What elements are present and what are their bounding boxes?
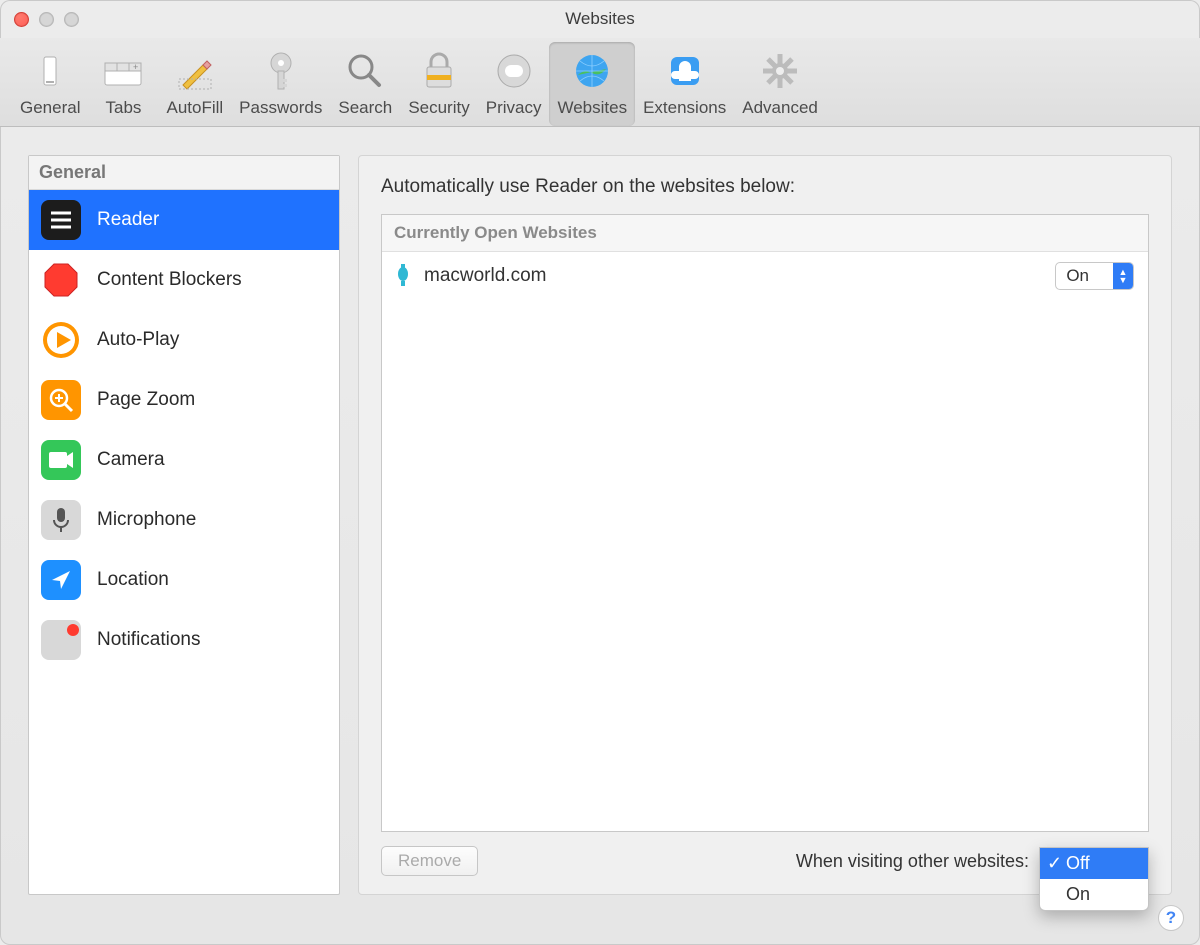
reader-icon [41,200,81,240]
website-setting-select[interactable]: On ▲▼ [1055,262,1134,290]
other-websites-label: When visiting other websites: [796,851,1029,872]
sidebar-item-label: Page Zoom [97,389,195,411]
tab-label: Passwords [239,98,322,118]
sidebar-item-label: Microphone [97,509,196,531]
sidebar-item-camera[interactable]: Camera [29,430,339,490]
security-icon [416,48,462,94]
sidebar-item-label: Notifications [97,629,201,651]
sidebar-item-notifications[interactable]: Notifications [29,610,339,670]
tab-autofill[interactable]: AutoFill [158,42,231,126]
website-domain: macworld.com [424,265,1043,287]
sidebar-item-label: Auto-Play [97,329,179,351]
svg-text:+: + [133,62,138,72]
sidebar-item-label: Location [97,569,169,591]
tab-label: General [20,98,80,118]
camera-icon [41,440,81,480]
search-icon [342,48,388,94]
tab-label: Tabs [106,98,142,118]
tab-label: Advanced [742,98,818,118]
tab-label: Security [408,98,469,118]
close-window-button[interactable] [14,12,29,27]
sidebar-item-auto-play[interactable]: Auto-Play [29,310,339,370]
websites-icon [569,48,615,94]
sidebar-section-header: General [29,156,339,190]
tab-label: Search [338,98,392,118]
sidebar: General Reader Content Blockers Auto-Pla… [28,155,340,895]
zoom-window-button[interactable] [64,12,79,27]
select-arrows-icon: ▲▼ [1113,263,1133,289]
auto-play-icon [41,320,81,360]
footer-bar: Remove When visiting other websites: Off… [381,832,1149,876]
sidebar-item-page-zoom[interactable]: Page Zoom [29,370,339,430]
general-icon [27,48,73,94]
main-panel: Automatically use Reader on the websites… [358,155,1172,895]
tabs-icon: + [100,48,146,94]
content-area: General Reader Content Blockers Auto-Pla… [0,127,1200,923]
preferences-window: Websites General + Tabs AutoFill Passwor… [0,0,1200,945]
notifications-icon [41,620,81,660]
content-blockers-icon [41,260,81,300]
sidebar-item-label: Camera [97,449,165,471]
window-title: Websites [0,9,1200,29]
sidebar-item-microphone[interactable]: Microphone [29,490,339,550]
location-icon [41,560,81,600]
tab-general[interactable]: General [12,42,88,126]
titlebar: Websites [0,0,1200,38]
dropdown-option-on[interactable]: On [1040,879,1148,910]
help-button[interactable]: ? [1158,905,1184,931]
passwords-icon [258,48,304,94]
advanced-icon [757,48,803,94]
extensions-icon [662,48,708,94]
main-heading: Automatically use Reader on the websites… [381,176,1149,198]
tab-passwords[interactable]: Passwords [231,42,330,126]
traffic-lights [0,12,79,27]
microphone-icon [41,500,81,540]
tab-advanced[interactable]: Advanced [734,42,826,126]
minimize-window-button[interactable] [39,12,54,27]
sidebar-item-location[interactable]: Location [29,550,339,610]
sidebar-item-content-blockers[interactable]: Content Blockers [29,250,339,310]
sidebar-item-label: Reader [97,209,159,231]
select-value: On [1066,266,1113,286]
other-websites-dropdown[interactable]: Off On [1039,847,1149,911]
tab-websites[interactable]: Websites [549,42,635,126]
tab-label: Websites [557,98,627,118]
site-favicon-icon [396,264,412,288]
dropdown-option-off[interactable]: Off [1040,848,1148,879]
privacy-icon [491,48,537,94]
page-zoom-icon [41,380,81,420]
tab-label: Extensions [643,98,726,118]
tab-search[interactable]: Search [330,42,400,126]
prefs-toolbar: General + Tabs AutoFill Passwords Search [0,38,1200,127]
tab-privacy[interactable]: Privacy [478,42,550,126]
tab-label: AutoFill [166,98,223,118]
website-row[interactable]: macworld.com On ▲▼ [382,252,1148,300]
notification-badge-icon [67,624,79,636]
websites-list: Currently Open Websites macworld.com On … [381,214,1149,832]
remove-button[interactable]: Remove [381,846,478,876]
tab-tabs[interactable]: + Tabs [88,42,158,126]
autofill-icon [172,48,218,94]
list-header: Currently Open Websites [382,215,1148,252]
tab-label: Privacy [486,98,542,118]
tab-security[interactable]: Security [400,42,477,126]
sidebar-item-reader[interactable]: Reader [29,190,339,250]
tab-extensions[interactable]: Extensions [635,42,734,126]
sidebar-item-label: Content Blockers [97,269,242,291]
